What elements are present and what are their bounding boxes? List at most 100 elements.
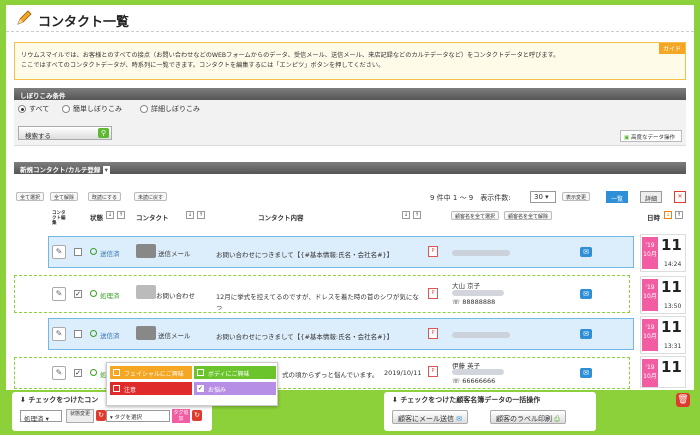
row-checkbox[interactable] bbox=[74, 330, 82, 338]
mail-icon[interactable]: ✉ bbox=[580, 329, 592, 339]
tag-checkbox[interactable]: ✓ bbox=[197, 385, 204, 392]
tag-body[interactable]: ボディにご興味 bbox=[194, 366, 276, 379]
mark-read-button[interactable]: 既読にする bbox=[88, 192, 122, 201]
search-button[interactable]: 検索する ⚲ bbox=[18, 126, 112, 140]
edit-header: コンタクト編集 bbox=[52, 211, 66, 226]
blurred-email bbox=[452, 369, 504, 375]
clear-all-button[interactable]: 全て解除 bbox=[50, 192, 79, 201]
content-header: コンタクト内容 bbox=[258, 214, 304, 222]
per-page-select[interactable]: 30 ▾ bbox=[530, 191, 556, 203]
mark-unread-button[interactable]: 未読に戻す bbox=[134, 192, 168, 201]
row-checkbox[interactable] bbox=[74, 248, 82, 256]
sort-up-icon[interactable]: ↑ bbox=[117, 211, 125, 219]
guide-line-1: リウムスマイルでは、お客様とのすべての接点（お問い合わせなどのWEBフォームから… bbox=[21, 52, 560, 59]
new-contact-bar[interactable]: 新規コンタクト/カルテ登録 ▾ bbox=[14, 162, 686, 174]
radio-all[interactable]: すべて bbox=[18, 104, 49, 114]
tag-checkbox[interactable] bbox=[197, 369, 204, 376]
contact-content[interactable]: お問い合わせにつきまして【{#基本情報:氏名・会社名#}】 bbox=[216, 331, 393, 341]
page-title: コンタクト一覧 bbox=[38, 15, 130, 30]
refresh-icon[interactable]: ↻ bbox=[192, 410, 202, 421]
search-icon: ⚲ bbox=[98, 128, 109, 138]
contact-content[interactable]: お問い合わせにつきまして【{#基本情報:氏名・会社名#}】 bbox=[216, 249, 393, 259]
status-dot-icon bbox=[90, 369, 97, 376]
detail-view-button[interactable]: 詳細 bbox=[640, 191, 663, 203]
customer-name[interactable]: 大山 京子 bbox=[452, 280, 480, 290]
guide-box: ガイド リウムスマイルでは、お客様とのすべての接点（お問い合わせなどのWEBフォ… bbox=[14, 42, 686, 80]
status-dot-icon bbox=[90, 290, 97, 297]
pdf-icon[interactable]: P bbox=[428, 328, 438, 339]
expand-icon: ▾ bbox=[102, 166, 110, 174]
status-dot-icon bbox=[90, 248, 97, 255]
sort-down-icon[interactable]: ↓ bbox=[186, 211, 194, 219]
customer-phone: ☏ 88888888 bbox=[452, 298, 496, 306]
edit-pencil-icon[interactable]: ✎ bbox=[52, 366, 66, 380]
contact-header: コンタクト bbox=[136, 214, 169, 222]
date-box: '19 10月 11 bbox=[640, 356, 686, 388]
pdf-icon[interactable]: P bbox=[428, 246, 438, 257]
tag-caution[interactable]: 注意 bbox=[110, 382, 192, 395]
status-change-button[interactable]: 状態変更 bbox=[66, 409, 94, 423]
mail-icon[interactable]: ✉ bbox=[580, 289, 592, 299]
clear-customers-button[interactable]: 顧客名を全て解除 bbox=[504, 211, 553, 220]
tag-checkbox[interactable] bbox=[113, 385, 120, 392]
edit-pencil-icon[interactable]: ✎ bbox=[52, 327, 66, 341]
tag-concern[interactable]: ✓ お悩み bbox=[194, 382, 276, 395]
sort-down-icon[interactable]: ↓ bbox=[106, 211, 114, 219]
result-count: 9 件中 1 ～ 9 表示件数: bbox=[430, 194, 511, 202]
mail-icon[interactable]: ✉ bbox=[580, 247, 592, 257]
send-email-button[interactable]: 顧客にメール送信 ✉ bbox=[392, 410, 469, 424]
contact-kind: 送信メール bbox=[158, 250, 191, 258]
date-box: '19 10月 11 13:31 bbox=[640, 316, 686, 354]
send-mail-icon bbox=[136, 244, 156, 258]
trash-icon[interactable]: 🗑 bbox=[676, 393, 690, 407]
print-label-button[interactable]: 顧客のラベル印刷 ⎙ bbox=[490, 410, 566, 424]
radio-detail[interactable]: 詳細しぼりこみ bbox=[140, 104, 200, 114]
customer-bulk-panel: ⬇ チェックをつけた顧客名簿データの一括操作 顧客にメール送信 ✉ 顧客のラベル… bbox=[384, 392, 596, 431]
title-bar: コンタクト一覧 bbox=[6, 5, 694, 32]
pencil-icon bbox=[17, 10, 32, 25]
radio-simple[interactable]: 簡単しぼりこみ bbox=[62, 104, 122, 114]
contact-content[interactable]: 12月に挙式を控えてるのですが、ドレスを着た時の首のシワが気になっ bbox=[216, 291, 424, 311]
pdf-icon[interactable]: P bbox=[428, 366, 438, 377]
mail-icon[interactable]: ✉ bbox=[580, 368, 592, 378]
status-dot-icon bbox=[90, 330, 97, 337]
sort-down-icon[interactable]: ↓ bbox=[664, 211, 672, 219]
close-icon[interactable]: ✕ bbox=[674, 191, 686, 203]
status-text: 送信済 bbox=[100, 250, 120, 258]
tag-facial[interactable]: フェイシャルにご興味 bbox=[110, 366, 192, 379]
guide-line-2: ここではすべてのコンタクトデータが、時系列に一覧できます。コンタクトを編集するに… bbox=[21, 62, 385, 69]
refresh-icon[interactable]: ↻ bbox=[96, 410, 106, 421]
sort-up-icon[interactable]: ↑ bbox=[197, 211, 205, 219]
blurred-email bbox=[452, 290, 504, 296]
sort-up-icon[interactable]: ↑ bbox=[675, 211, 683, 219]
tag-add-button[interactable]: タグ追加 bbox=[172, 409, 190, 423]
filter-box: すべて 簡単しぼりこみ 詳細しぼりこみ 検索する ⚲ ▣ 高度なデータ操作 bbox=[14, 100, 686, 146]
row-checkbox[interactable]: ✓ bbox=[74, 369, 82, 377]
sort-up-icon[interactable]: ↑ bbox=[413, 211, 421, 219]
select-customers-button[interactable]: 顧客名を全て選択 bbox=[451, 211, 500, 220]
tag-popup: フェイシャルにご興味 ボディにご興味 注意 ✓ お悩み bbox=[106, 362, 278, 406]
inquiry-icon bbox=[136, 285, 156, 299]
date-box: '19 10月 11 14:24 bbox=[640, 234, 686, 272]
bulk-customer-title: ⬇ チェックをつけた顧客名簿データの一括操作 bbox=[392, 396, 541, 404]
status-header: 状態 bbox=[90, 214, 103, 222]
blurred-customer bbox=[452, 332, 510, 338]
guide-tag: ガイド bbox=[658, 43, 685, 54]
bulk-contact-title: ⬇ チェックをつけたコン bbox=[20, 396, 99, 404]
pdf-icon[interactable]: P bbox=[428, 288, 438, 299]
select-all-button[interactable]: 全て選択 bbox=[16, 192, 45, 201]
date-header: 日時 bbox=[647, 214, 660, 222]
sort-down-icon[interactable]: ↓ bbox=[402, 211, 410, 219]
contact-content[interactable]: 式の頃からずっと悩んでいます。 bbox=[282, 369, 378, 379]
customer-phone: ☏ 66666666 bbox=[452, 377, 496, 385]
status-select[interactable]: 処理済 ▾ bbox=[20, 410, 62, 423]
edit-pencil-icon[interactable]: ✎ bbox=[52, 245, 66, 259]
display-change-button[interactable]: 表示変更 bbox=[562, 192, 591, 201]
list-view-button[interactable]: 一覧 bbox=[606, 191, 629, 203]
contact-kind: 送信メール bbox=[158, 332, 191, 340]
row-checkbox[interactable]: ✓ bbox=[74, 290, 82, 298]
edit-pencil-icon[interactable]: ✎ bbox=[52, 287, 66, 301]
tag-select[interactable]: ▾ タグを選択 bbox=[106, 410, 170, 422]
advanced-data-button[interactable]: ▣ 高度なデータ操作 bbox=[620, 130, 682, 142]
tag-checkbox[interactable] bbox=[113, 369, 120, 376]
